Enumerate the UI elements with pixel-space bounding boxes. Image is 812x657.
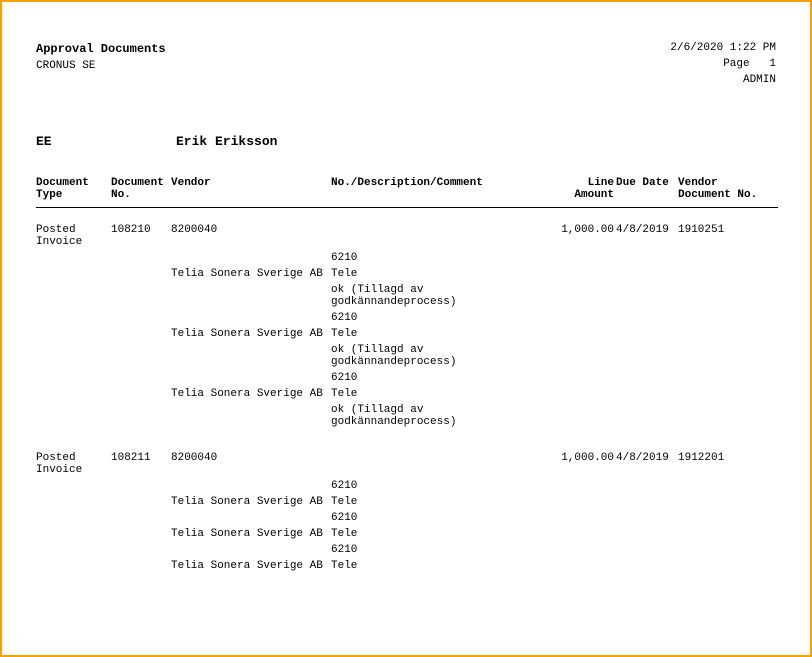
approver-id: EE — [36, 134, 176, 149]
line-code-row: 6210 — [36, 478, 778, 494]
page-number: Page 1 — [670, 58, 776, 70]
line-comment-row: ok (Tillagd av godkännandeprocess) — [36, 282, 778, 310]
line-desc-cell: Tele — [331, 558, 546, 574]
col-doc-no: Document No. — [111, 177, 171, 208]
line-desc-cell: Tele — [331, 494, 546, 510]
line-desc-row: Telia Sonera Sverige ABTele — [36, 266, 778, 282]
line-comment-cell: ok (Tillagd av godkännandeprocess) — [331, 282, 546, 310]
col-vendor-doc-no: Vendor Document No. — [678, 177, 778, 208]
vendor-doc-no-cell: 1910251 — [678, 222, 778, 250]
col-vendor: Vendor — [171, 177, 331, 208]
line-code-cell: 6210 — [331, 370, 546, 386]
line-amount-cell: 1,000.00 — [546, 450, 616, 478]
line-desc-row: Telia Sonera Sverige ABTele — [36, 326, 778, 342]
line-desc-row: Telia Sonera Sverige ABTele — [36, 386, 778, 402]
line-desc-row: Telia Sonera Sverige ABTele — [36, 526, 778, 542]
line-code-row: 6210 — [36, 310, 778, 326]
report-header: Approval Documents CRONUS SE 2/6/2020 1:… — [36, 42, 776, 86]
doc-no-cell: 108210 — [111, 222, 171, 250]
line-code-row: 6210 — [36, 542, 778, 558]
print-user: ADMIN — [670, 74, 776, 86]
vendor-name-cell: Telia Sonera Sverige AB — [171, 386, 331, 402]
vendor-name-cell: Telia Sonera Sverige AB — [171, 558, 331, 574]
line-comment-row: ok (Tillagd av godkännandeprocess) — [36, 402, 778, 430]
line-code-row: 6210 — [36, 510, 778, 526]
print-timestamp: 2/6/2020 1:22 PM — [670, 42, 776, 54]
vendor-name-cell: Telia Sonera Sverige AB — [171, 494, 331, 510]
line-desc-cell: Tele — [331, 526, 546, 542]
line-comment-row: ok (Tillagd av godkännandeprocess) — [36, 342, 778, 370]
vendor-no-cell: 8200040 — [171, 450, 331, 478]
line-desc-cell: Tele — [331, 386, 546, 402]
line-desc-cell: Tele — [331, 266, 546, 282]
vendor-name-cell: Telia Sonera Sverige AB — [171, 266, 331, 282]
line-code-cell: 6210 — [331, 478, 546, 494]
doc-type-cell: Posted Invoice — [36, 450, 111, 478]
line-desc-row: Telia Sonera Sverige ABTele — [36, 494, 778, 510]
col-desc: No./Description/Comment — [331, 177, 546, 208]
line-desc-cell: Tele — [331, 326, 546, 342]
approver-row: EE Erik Eriksson — [36, 134, 776, 149]
line-code-cell: 6210 — [331, 250, 546, 266]
col-doc-type: Document Type — [36, 177, 111, 208]
line-comment-cell: ok (Tillagd av godkännandeprocess) — [331, 402, 546, 430]
due-date-cell: 4/8/2019 — [616, 222, 678, 250]
col-due-date: Due Date — [616, 177, 678, 208]
due-date-cell: 4/8/2019 — [616, 450, 678, 478]
line-code-cell: 6210 — [331, 310, 546, 326]
line-amount-cell: 1,000.00 — [546, 222, 616, 250]
vendor-no-cell: 8200040 — [171, 222, 331, 250]
line-code-cell: 6210 — [331, 510, 546, 526]
column-header-row: Document Type Document No. Vendor No./De… — [36, 177, 778, 208]
col-line-amount: Line Amount — [546, 177, 616, 208]
report-page: Approval Documents CRONUS SE 2/6/2020 1:… — [0, 0, 812, 657]
document-row: Posted Invoice1082108200040 1,000.004/8/2… — [36, 222, 778, 250]
vendor-name-cell: Telia Sonera Sverige AB — [171, 526, 331, 542]
report-title: Approval Documents — [36, 42, 166, 56]
line-code-cell: 6210 — [331, 542, 546, 558]
line-code-row: 6210 — [36, 250, 778, 266]
vendor-doc-no-cell: 1912201 — [678, 450, 778, 478]
report-table: Document Type Document No. Vendor No./De… — [36, 177, 778, 574]
line-code-row: 6210 — [36, 370, 778, 386]
doc-no-cell: 108211 — [111, 450, 171, 478]
doc-type-cell: Posted Invoice — [36, 222, 111, 250]
line-desc-row: Telia Sonera Sverige ABTele — [36, 558, 778, 574]
vendor-name-cell: Telia Sonera Sverige AB — [171, 326, 331, 342]
line-comment-cell: ok (Tillagd av godkännandeprocess) — [331, 342, 546, 370]
company-name: CRONUS SE — [36, 60, 166, 72]
approver-name: Erik Eriksson — [176, 134, 277, 149]
document-row: Posted Invoice1082118200040 1,000.004/8/2… — [36, 450, 778, 478]
